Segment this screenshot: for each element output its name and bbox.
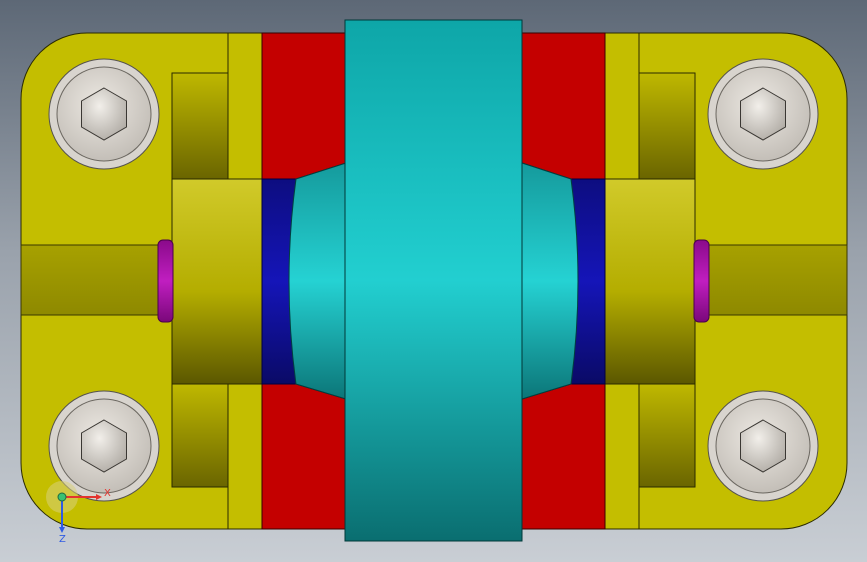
z-axis-label: Z (59, 534, 66, 545)
red-jaw-bottom-right[interactable] (521, 383, 606, 530)
x-axis-label: X (104, 488, 111, 499)
right-clamp-top-tab[interactable] (638, 72, 696, 180)
assembly-drawing[interactable]: X Z (0, 0, 867, 562)
screw-top-left[interactable] (48, 58, 160, 170)
red-jaw-top-left[interactable] (261, 32, 347, 180)
z-axis-arrowhead-icon (59, 527, 65, 533)
left-clamp-top-tab[interactable] (171, 72, 229, 180)
screw-top-right[interactable] (707, 58, 819, 170)
left-slot (20, 244, 162, 316)
right-slot (705, 244, 848, 316)
red-jaw-top-right[interactable] (521, 32, 606, 180)
left-taper[interactable] (288, 162, 347, 400)
left-clamp-bottom-tab[interactable] (171, 383, 229, 488)
right-taper[interactable] (521, 162, 579, 400)
center-hub[interactable] (344, 19, 523, 542)
left-magenta-pin[interactable] (157, 239, 174, 323)
cad-viewport[interactable]: X Z (0, 0, 867, 562)
screw-bottom-right[interactable] (707, 390, 819, 502)
right-clamp-bottom-tab[interactable] (638, 383, 696, 488)
y-axis-dot-icon (57, 492, 67, 502)
right-magenta-pin[interactable] (693, 239, 710, 323)
red-jaw-bottom-left[interactable] (261, 383, 347, 530)
right-clamp-block[interactable] (604, 178, 696, 385)
left-clamp-block[interactable] (171, 178, 263, 385)
